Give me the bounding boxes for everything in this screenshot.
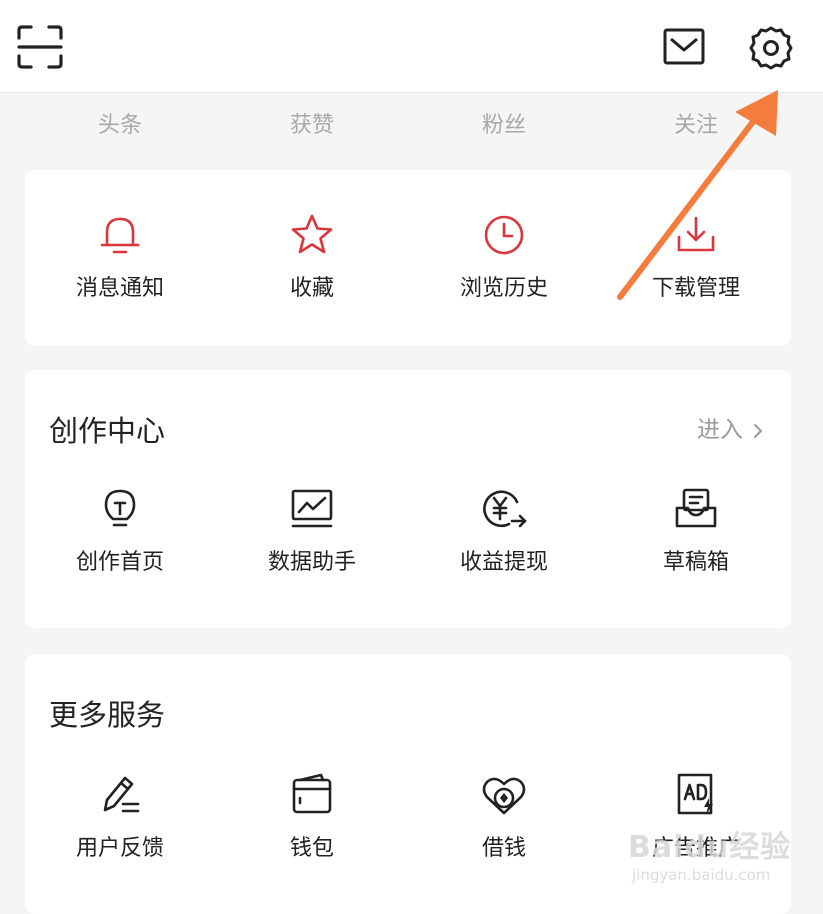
clock-icon (484, 215, 524, 255)
quick-action-downloads[interactable]: 下载管理 (601, 212, 791, 302)
creator-center-card: 创作中心 进入 创作首页 数据助手 收益提现 草稿箱 (25, 370, 791, 628)
creator-center-enter-link[interactable]: 进入 (697, 410, 763, 444)
gear-icon[interactable] (748, 25, 794, 71)
star-icon (291, 214, 333, 254)
quick-action-label: 浏览历史 (459, 276, 548, 301)
creator-item-earnings[interactable]: 收益提现 (409, 486, 599, 576)
creator-center-title: 创作中心 (49, 414, 166, 448)
quick-actions-card: 消息通知 收藏 浏览历史 下载管理 (25, 170, 791, 346)
creator-item-data-assistant[interactable]: 数据助手 (217, 486, 407, 576)
bell-icon (100, 217, 140, 254)
watermark-main: Baidu经验 (628, 830, 792, 865)
ad-icon (677, 773, 713, 815)
stat-headlines[interactable]: 头条 (60, 107, 180, 139)
chevron-right-icon (754, 423, 762, 438)
creator-item-drafts[interactable]: 草稿箱 (601, 486, 791, 576)
mail-icon[interactable] (663, 28, 705, 66)
stat-fans[interactable]: 粉丝 (444, 107, 564, 139)
service-item-wallet[interactable]: 钱包 (217, 772, 407, 862)
more-services-title: 更多服务 (49, 698, 166, 732)
service-item-label: 用户反馈 (75, 836, 164, 861)
pen-icon (103, 776, 140, 813)
creator-item-home[interactable]: 创作首页 (25, 486, 215, 576)
scan-icon[interactable] (16, 24, 64, 70)
quick-action-favorites[interactable]: 收藏 (217, 212, 407, 302)
download-icon (677, 216, 715, 252)
quick-action-label: 消息通知 (75, 276, 164, 301)
top-bar (0, 0, 823, 93)
watermark-sub: jingyan.baidu.com (632, 866, 771, 884)
service-item-feedback[interactable]: 用户反馈 (25, 772, 215, 862)
creator-item-label: 创作首页 (75, 550, 164, 575)
chart-monitor-icon (291, 489, 333, 528)
heart-coin-icon (482, 777, 526, 815)
draft-box-icon (675, 488, 717, 528)
service-item-loan[interactable]: 借钱 (409, 772, 599, 862)
quick-action-notifications[interactable]: 消息通知 (25, 212, 215, 302)
service-item-label: 借钱 (481, 836, 526, 861)
creator-item-label: 草稿箱 (662, 550, 729, 575)
stat-likes[interactable]: 获赞 (252, 107, 372, 139)
quick-action-history[interactable]: 浏览历史 (409, 212, 599, 302)
service-item-label: 钱包 (289, 836, 334, 861)
yuan-withdraw-icon (483, 490, 527, 528)
watermark: Baidu经验 jingyan.baidu.com (628, 820, 818, 895)
profile-stats: 头条 获赞 粉丝 关注 (0, 93, 823, 153)
stat-following[interactable]: 关注 (636, 107, 756, 139)
quick-action-label: 下载管理 (651, 276, 740, 301)
lightbulb-icon (104, 489, 136, 527)
enter-label: 进入 (697, 417, 743, 443)
creator-item-label: 数据助手 (267, 550, 356, 575)
creator-item-label: 收益提现 (459, 550, 548, 575)
quick-action-label: 收藏 (289, 276, 334, 301)
wallet-icon (292, 773, 332, 814)
